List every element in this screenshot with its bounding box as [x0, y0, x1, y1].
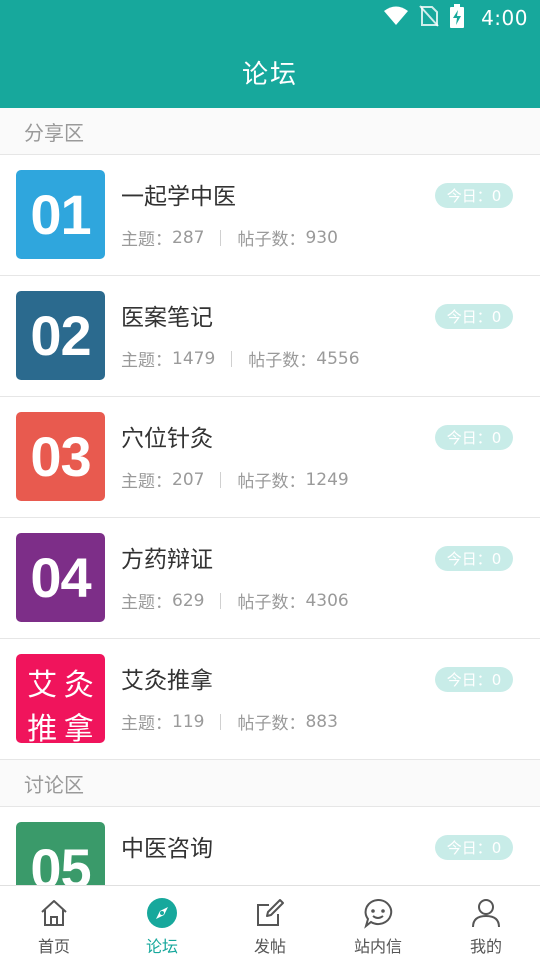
icon-char: 推 [27, 712, 58, 743]
page-title: 论坛 [241, 59, 298, 90]
forum-stats: 主题： 1479 帖子数： 4556 [121, 346, 360, 372]
stat-divider [220, 471, 222, 488]
top-bar: 4:00 论坛 [0, 0, 540, 108]
forum-stats: 主题： 207 帖子数： 1249 [121, 467, 349, 493]
bottom-nav: 首页 论坛 发帖 站内信 我的 [0, 885, 540, 960]
topics-count: 287 [172, 227, 205, 248]
forum-item[interactable]: 04 方药辩证 主题： 629 帖子数： 4306 今日：0 [0, 518, 540, 639]
forum-icon: 艾 灸 推 拿 [16, 654, 105, 743]
forum-stats: 主题： 119 帖子数： 883 [121, 709, 338, 735]
nav-forum[interactable]: 论坛 [108, 886, 216, 960]
forum-list: 分享区 01 一起学中医 主题： 287 帖子数： 930 今日：0 02 医案笔记… [0, 108, 540, 885]
forum-item[interactable]: 艾 灸 推 拿 艾灸推拿 主题： 119 帖子数： 883 今日：0 [0, 639, 540, 760]
forum-item[interactable]: 03 穴位针灸 主题： 207 帖子数： 1249 今日：0 [0, 397, 540, 518]
today-badge: 今日：0 [435, 835, 513, 860]
icon-char: 灸 [63, 668, 94, 703]
today-badge: 今日：0 [435, 546, 513, 571]
forum-title: 穴位针灸 [121, 426, 213, 452]
topics-label: 主题： [121, 230, 172, 250]
posts-label: 帖子数： [248, 351, 317, 371]
topics-count: 1479 [172, 348, 216, 369]
user-icon [469, 896, 503, 930]
nav-profile[interactable]: 我的 [432, 886, 540, 960]
posts-label: 帖子数： [237, 230, 306, 250]
status-bar: 4:00 [0, 0, 540, 36]
icon-char: 拿 [63, 712, 94, 743]
posts-label: 帖子数： [237, 472, 306, 492]
forum-title: 医案笔记 [121, 305, 213, 331]
stat-divider [220, 592, 222, 609]
posts-count: 4306 [305, 590, 349, 611]
nav-label: 发帖 [253, 937, 286, 956]
today-badge: 今日：0 [435, 667, 513, 692]
forum-item[interactable]: 01 一起学中医 主题： 287 帖子数： 930 今日：0 [0, 155, 540, 276]
forum-icon: 03 [16, 412, 105, 501]
section-header-discussion: 讨论区 [0, 760, 540, 807]
posts-count: 930 [305, 227, 338, 248]
posts-count: 4556 [316, 348, 360, 369]
nav-label: 我的 [469, 937, 502, 956]
forum-stats: 主题： 287 帖子数： 930 [121, 225, 338, 251]
topics-label: 主题： [121, 593, 172, 613]
posts-count: 883 [305, 711, 338, 732]
battery-charging-icon [449, 4, 465, 32]
today-badge: 今日：0 [435, 183, 513, 208]
stat-divider [220, 229, 222, 246]
forum-title: 艾灸推拿 [121, 668, 213, 694]
compass-icon [145, 896, 179, 930]
forum-icon: 01 [16, 170, 105, 259]
no-sim-icon [419, 5, 439, 31]
posts-label: 帖子数： [237, 593, 306, 613]
posts-label: 帖子数： [237, 714, 306, 734]
forum-title: 一起学中医 [121, 184, 236, 210]
forum-stats: 主题： 629 帖子数： 4306 [121, 588, 349, 614]
topics-count: 629 [172, 590, 205, 611]
topics-count: 119 [172, 711, 205, 732]
nav-label: 首页 [37, 937, 70, 956]
nav-home[interactable]: 首页 [0, 886, 108, 960]
nav-label: 站内信 [353, 937, 402, 956]
topics-label: 主题： [121, 472, 172, 492]
nav-messages[interactable]: 站内信 [324, 886, 432, 960]
today-badge: 今日：0 [435, 425, 513, 450]
edit-icon [253, 896, 287, 930]
forum-title: 中医咨询 [121, 836, 213, 862]
topics-label: 主题： [121, 351, 172, 371]
topics-label: 主题： [121, 714, 172, 734]
section-header-share: 分享区 [0, 108, 540, 155]
nav-post[interactable]: 发帖 [216, 886, 324, 960]
today-badge: 今日：0 [435, 304, 513, 329]
icon-char: 艾 [27, 668, 58, 703]
topics-count: 207 [172, 469, 205, 490]
stat-divider [231, 350, 233, 367]
forum-icon: 02 [16, 291, 105, 380]
wifi-icon [383, 6, 409, 30]
forum-item[interactable]: 02 医案笔记 主题： 1479 帖子数： 4556 今日：0 [0, 276, 540, 397]
forum-icon: 05 [16, 822, 105, 885]
nav-label: 论坛 [145, 937, 178, 956]
forum-title: 方药辩证 [121, 547, 213, 573]
message-icon [361, 896, 395, 930]
posts-count: 1249 [305, 469, 349, 490]
forum-item[interactable]: 05 中医咨询 今日：0 [0, 807, 540, 885]
forum-icon: 04 [16, 533, 105, 622]
home-icon [37, 896, 71, 930]
status-time: 4:00 [481, 6, 528, 30]
stat-divider [220, 713, 222, 730]
